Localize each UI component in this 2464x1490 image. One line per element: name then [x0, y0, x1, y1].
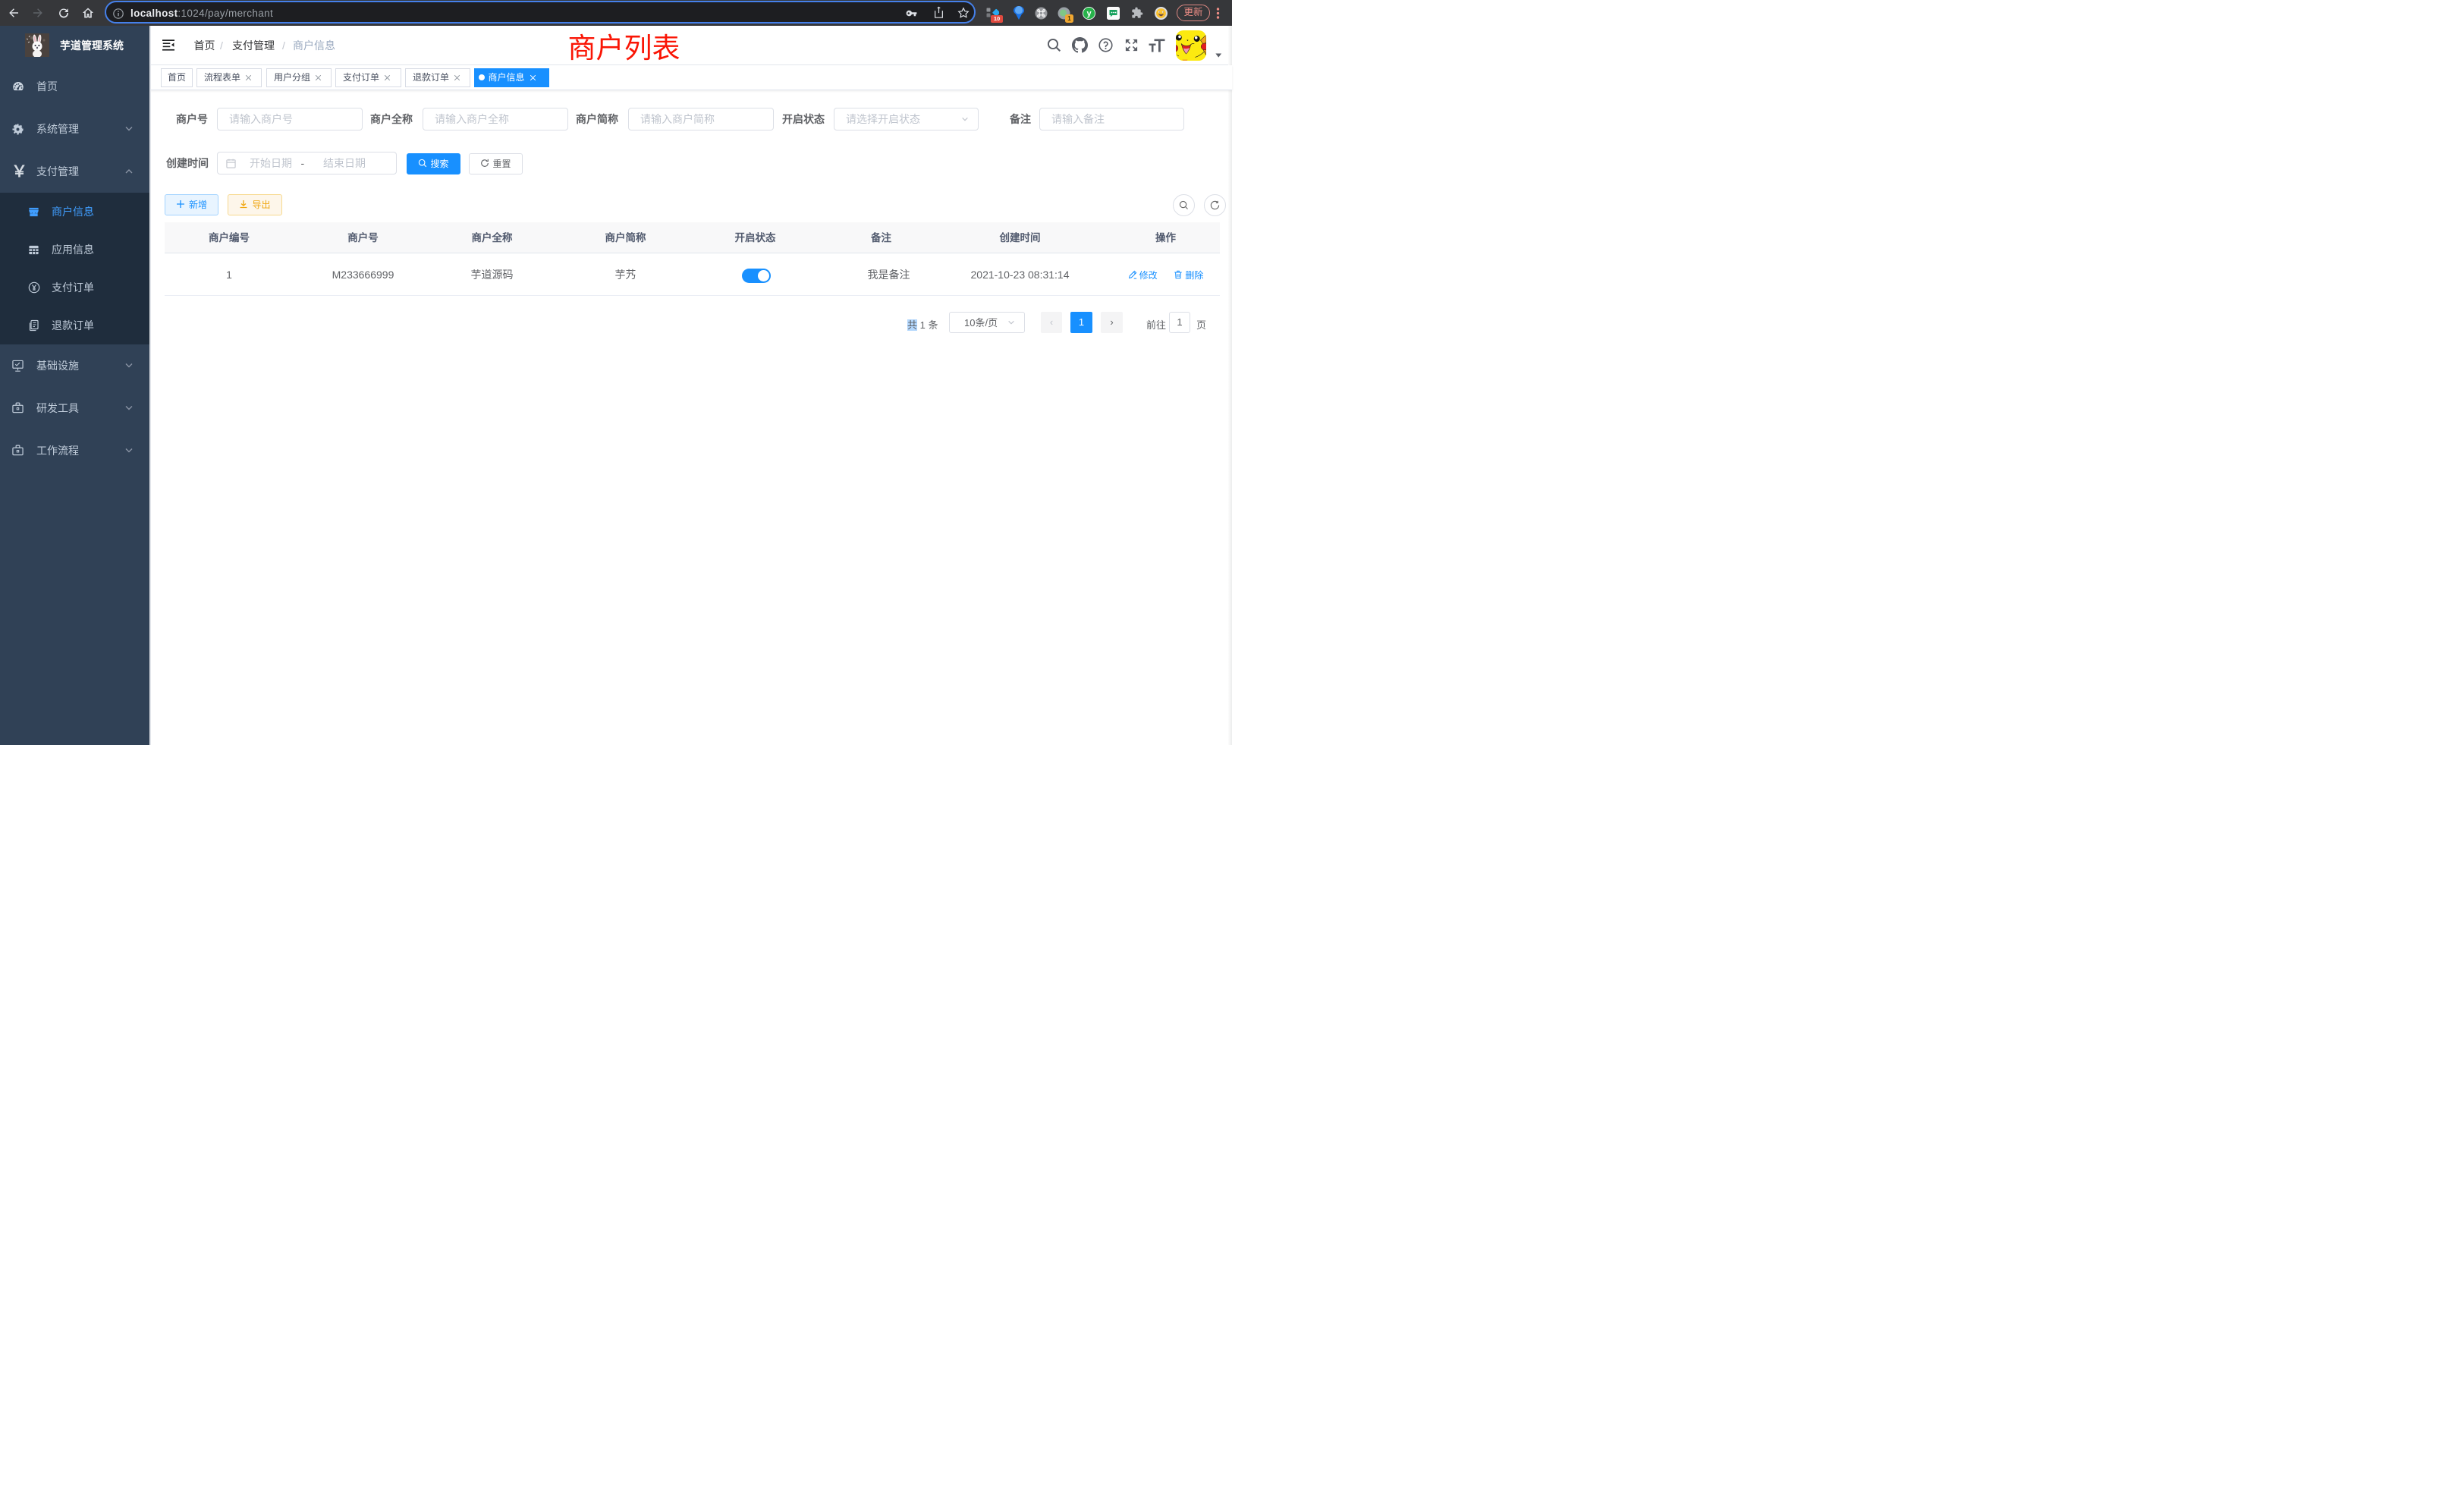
svg-text:y: y — [1086, 9, 1092, 18]
